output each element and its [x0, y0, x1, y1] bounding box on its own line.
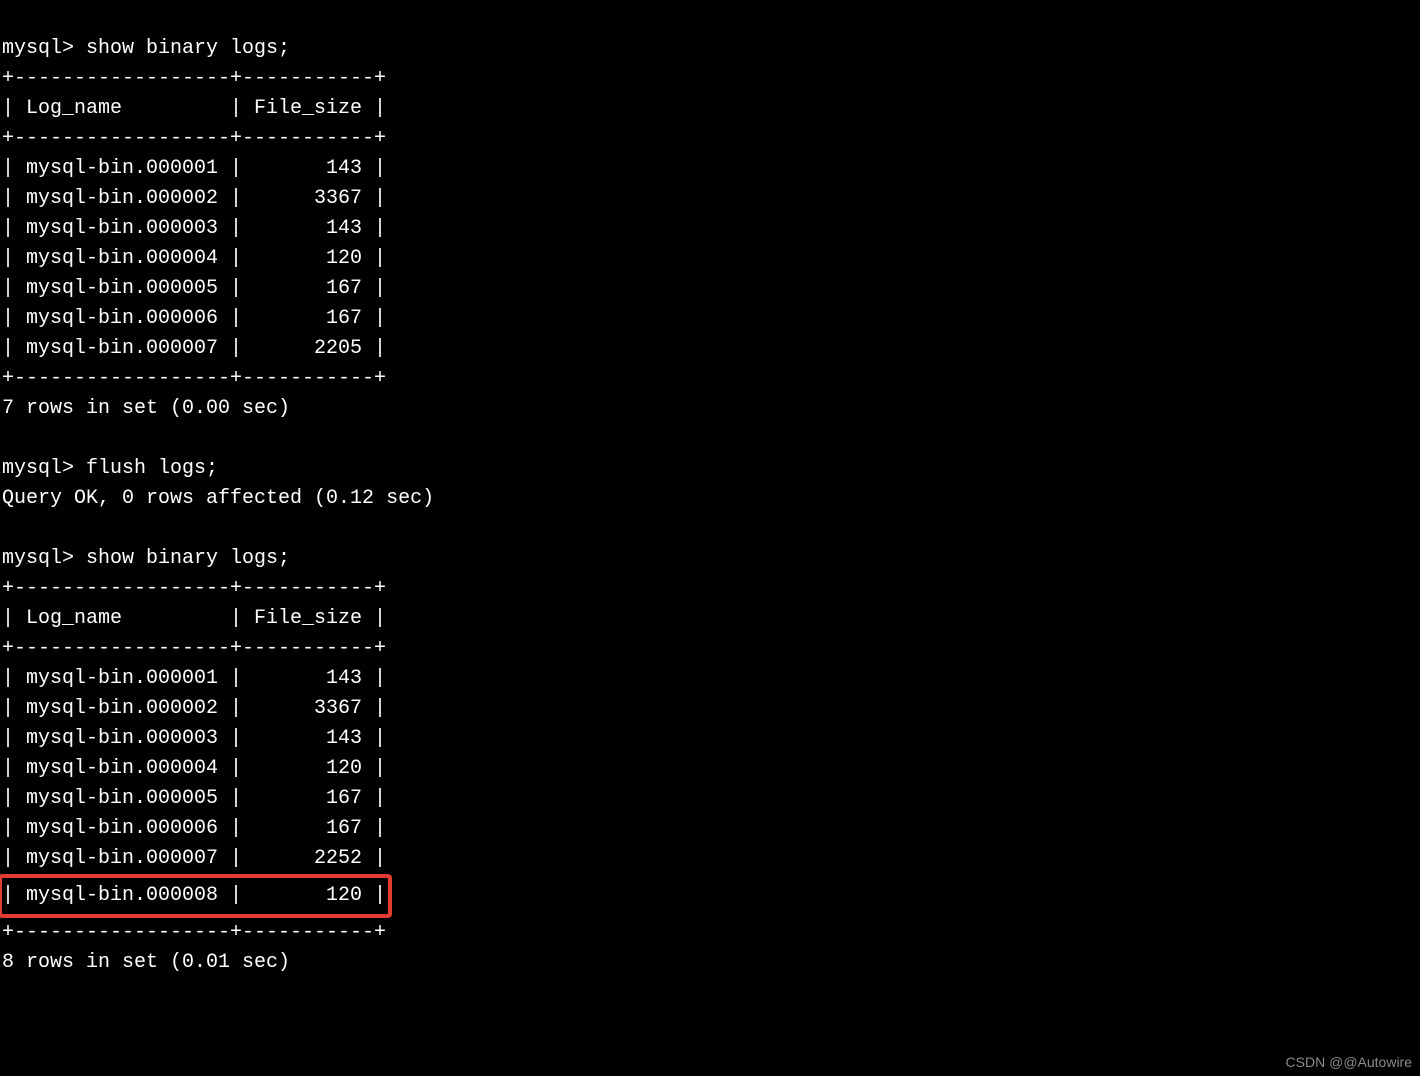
mysql-prompt: mysql>	[2, 547, 86, 570]
table1-row: | mysql-bin.000002 | 3367 |	[2, 187, 386, 210]
table1-border-bottom: +------------------+-----------+	[2, 367, 386, 390]
table1-row: | mysql-bin.000004 | 120 |	[2, 247, 386, 270]
prompt-line-1: mysql> show binary logs;	[2, 37, 290, 60]
command-flush-logs: flush logs;	[86, 457, 218, 480]
table1-row: | mysql-bin.000006 | 167 |	[2, 307, 386, 330]
prompt-line-3: mysql> show binary logs;	[2, 547, 290, 570]
command-show-logs-1: show binary logs;	[86, 37, 290, 60]
table1-summary: 7 rows in set (0.00 sec)	[2, 397, 290, 420]
flush-result: Query OK, 0 rows affected (0.12 sec)	[2, 487, 434, 510]
command-show-logs-2: show binary logs;	[86, 547, 290, 570]
table2-border-bottom: +------------------+-----------+	[2, 921, 386, 944]
table2-row: | mysql-bin.000003 | 143 |	[2, 727, 386, 750]
table2-highlighted-row: | mysql-bin.000008 | 120 |	[0, 874, 392, 918]
table2-header: | Log_name | File_size |	[2, 607, 386, 630]
table2-row: | mysql-bin.000007 | 2252 |	[2, 847, 386, 870]
terminal-output: mysql> show binary logs; +--------------…	[0, 0, 1420, 978]
table2-row: | mysql-bin.000001 | 143 |	[2, 667, 386, 690]
table2-border-top: +------------------+-----------+	[2, 577, 386, 600]
table1-border-top: +------------------+-----------+	[2, 67, 386, 90]
table2-row: | mysql-bin.000004 | 120 |	[2, 757, 386, 780]
table1-header: | Log_name | File_size |	[2, 97, 386, 120]
blank-line	[2, 517, 14, 540]
table2-row: | mysql-bin.000005 | 167 |	[2, 787, 386, 810]
table1-row: | mysql-bin.000007 | 2205 |	[2, 337, 386, 360]
table2-summary: 8 rows in set (0.01 sec)	[2, 951, 290, 974]
mysql-prompt: mysql>	[2, 457, 86, 480]
prompt-line-2: mysql> flush logs;	[2, 457, 218, 480]
table1-row: | mysql-bin.000001 | 143 |	[2, 157, 386, 180]
table1-border-mid: +------------------+-----------+	[2, 127, 386, 150]
watermark: CSDN @@Autowire	[1286, 1054, 1412, 1070]
table1-row: | mysql-bin.000003 | 143 |	[2, 217, 386, 240]
table2-border-mid: +------------------+-----------+	[2, 637, 386, 660]
blank-line	[2, 427, 14, 450]
table2-row: | mysql-bin.000006 | 167 |	[2, 817, 386, 840]
mysql-prompt: mysql>	[2, 37, 86, 60]
table1-row: | mysql-bin.000005 | 167 |	[2, 277, 386, 300]
table2-row: | mysql-bin.000002 | 3367 |	[2, 697, 386, 720]
